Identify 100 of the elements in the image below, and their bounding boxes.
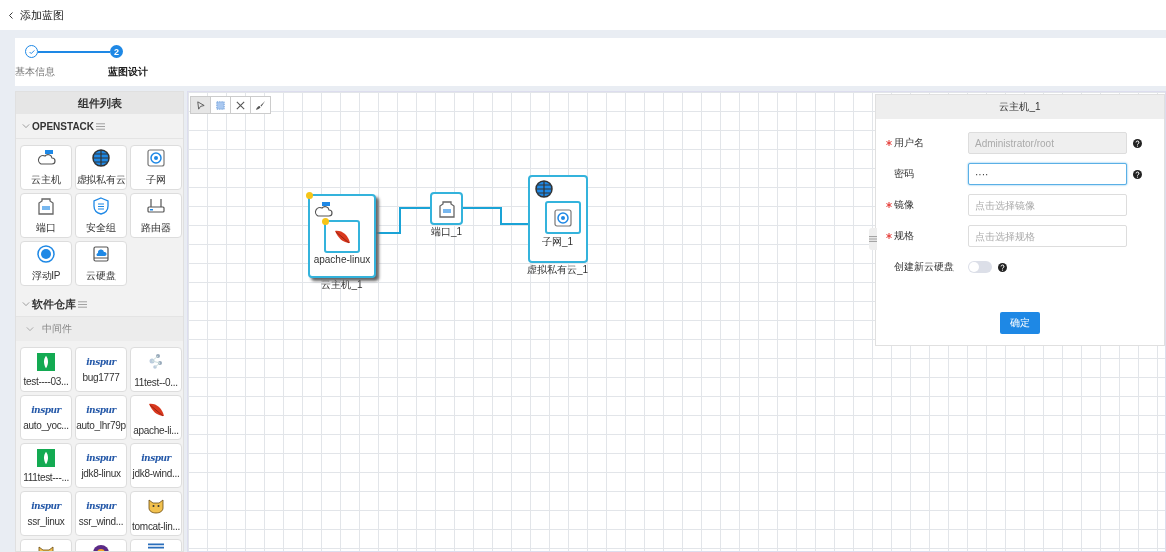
close-icon[interactable] — [230, 96, 251, 114]
help-icon[interactable] — [998, 262, 1007, 272]
menu-icon — [869, 235, 877, 243]
card-label: auto_lhr79p — [76, 419, 126, 431]
collapse-handle[interactable] — [869, 228, 877, 250]
cloud-icon — [313, 200, 333, 220]
component-card[interactable]: 虚拟私有云 — [75, 145, 127, 190]
node-label: 云主机_1 — [321, 278, 363, 292]
circle-icon — [36, 244, 56, 264]
field-label: 规格 — [893, 229, 915, 243]
help-icon[interactable] — [1133, 169, 1142, 179]
section-title: 软件仓库 — [32, 296, 76, 312]
menu-icon — [78, 299, 87, 309]
card-label: ssr_linux — [27, 515, 65, 527]
ethernet-port-icon — [436, 198, 457, 219]
component-card[interactable]: 子网 — [130, 145, 182, 190]
component-card[interactable]: tomcat-lin... — [130, 491, 182, 536]
component-card[interactable]: test----03... — [20, 347, 72, 392]
component-card[interactable]: inspur jdk8-linux — [75, 443, 127, 488]
port-node[interactable] — [430, 192, 463, 225]
shield-icon — [91, 196, 111, 216]
logo: inspur — [86, 500, 116, 511]
brush-icon[interactable] — [250, 96, 271, 114]
cloud-icon — [36, 148, 56, 168]
panel-title: 云主机_1 — [999, 100, 1041, 114]
globe-icon — [91, 148, 111, 168]
card-label: 云硬盘 — [86, 269, 116, 283]
network-node[interactable]: 子网_1 — [527, 175, 588, 263]
component-card[interactable]: inspur ssr_linux — [20, 491, 72, 536]
component-card[interactable]: inspur ssr_wind... — [75, 491, 127, 536]
handle-dot[interactable] — [322, 218, 329, 225]
component-card[interactable]: 111test---... — [20, 443, 72, 488]
input-field[interactable]: ···· — [968, 163, 1127, 185]
card-label: tomcat-lin... — [132, 520, 180, 532]
page-title: 添加蓝图 — [20, 7, 64, 23]
card-label: 端口 — [36, 221, 56, 235]
toggle-switch[interactable] — [968, 261, 992, 273]
input-field[interactable]: 点击选择镜像 — [968, 194, 1127, 216]
component-card[interactable]: inspur jdk8-wind... — [130, 443, 182, 488]
component-card[interactable]: 浮动IP — [20, 241, 72, 286]
logo: inspur — [86, 404, 116, 415]
server-node[interactable]: apache-linux — [308, 194, 376, 278]
node-label: 端口_1 — [430, 225, 463, 239]
component-card[interactable]: 路由器 — [130, 193, 182, 238]
card-label: 子网 — [146, 173, 166, 187]
card-label: 浮动IP — [31, 269, 61, 283]
subsection-title: 中间件 — [42, 322, 72, 336]
card-label: auto_yoc... — [23, 419, 69, 431]
router-icon — [146, 196, 166, 216]
handle-dot[interactable] — [306, 192, 313, 199]
lines-icon — [148, 543, 164, 549]
card-label: 安全组 — [86, 221, 116, 235]
field-label: 用户名 — [893, 136, 925, 150]
component-card[interactable]: 端口 — [20, 193, 72, 238]
panel-title: 组件列表 — [77, 95, 122, 111]
target-icon — [146, 148, 166, 168]
logo: inspur — [31, 404, 61, 415]
step-label: 基本信息 — [15, 65, 56, 79]
card-label: bug1777 — [82, 371, 120, 383]
subnet-node[interactable] — [544, 201, 581, 234]
node-label: 虚拟私有云_1 — [527, 263, 589, 277]
card-label: test----03... — [23, 375, 69, 387]
field-label: 创建新云硬盘 — [893, 260, 955, 274]
logo: inspur — [31, 500, 61, 511]
card-label: ssr_wind... — [78, 515, 124, 527]
component-card[interactable]: inspur auto_lhr79p — [75, 395, 127, 440]
card-label: 路由器 — [141, 221, 171, 235]
card-label: 虚拟私有云 — [76, 173, 126, 187]
component-card[interactable]: 云硬盘 — [75, 241, 127, 286]
component-card[interactable]: 云主机 — [20, 145, 72, 190]
logo: inspur — [86, 356, 116, 367]
section-header[interactable]: OPENSTACK — [16, 114, 183, 139]
node-label: apache-linux — [313, 254, 371, 265]
component-card[interactable]: apache-li... — [130, 395, 182, 440]
menu-icon — [96, 121, 106, 131]
step-label: 蓝图设计 — [108, 65, 148, 79]
card-label: jdk8-wind... — [132, 467, 180, 479]
card-label: apache-li... — [133, 424, 179, 436]
step-number: 2 — [110, 45, 123, 58]
component-card[interactable]: 安全组 — [75, 193, 127, 238]
card-label: 11test--0... — [134, 376, 178, 388]
component-card[interactable]: inspur auto_yoc... — [20, 395, 72, 440]
field-label: 密码 — [893, 167, 915, 181]
confirm-button[interactable]: 确定 — [1000, 312, 1040, 334]
back-icon[interactable] — [8, 10, 14, 20]
component-card[interactable]: 11test--0... — [130, 347, 182, 392]
node-label: 子网_1 — [542, 235, 574, 249]
section-title: OPENSTACK — [32, 120, 95, 132]
globe-icon — [533, 179, 554, 199]
leaf-icon — [37, 448, 55, 467]
pointer-icon[interactable] — [190, 96, 211, 114]
target-icon — [552, 207, 573, 228]
logo: inspur — [86, 452, 116, 463]
app-node[interactable] — [324, 220, 360, 253]
ethernet-port-icon — [36, 196, 56, 216]
logo: inspur — [141, 452, 171, 463]
input-field[interactable]: 点击选择规格 — [968, 225, 1127, 247]
field-label: 镜像 — [893, 198, 915, 212]
component-card[interactable]: inspur bug1777 — [75, 347, 127, 392]
card-label: 云主机 — [31, 173, 61, 187]
